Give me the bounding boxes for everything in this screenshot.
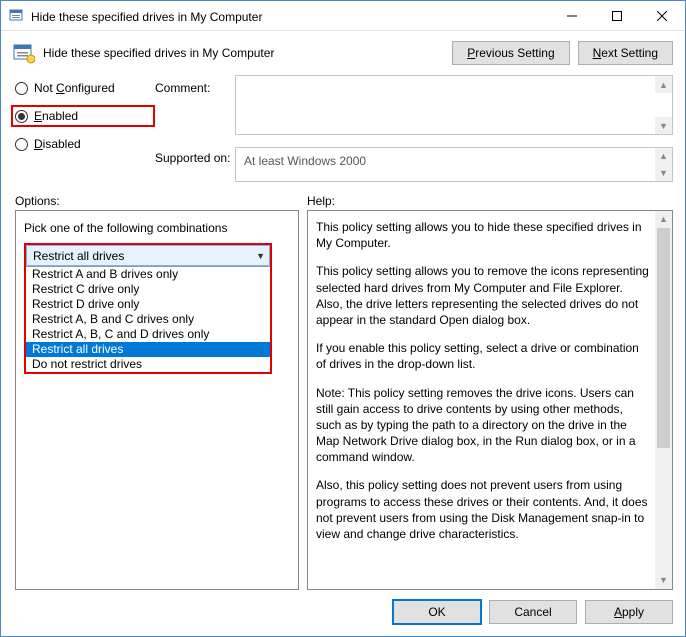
supported-label: Supported on:: [155, 151, 235, 165]
list-item[interactable]: Restrict A, B, C and D drives only: [26, 327, 270, 342]
close-button[interactable]: [639, 1, 685, 30]
scrollbar[interactable]: ▲ ▼: [655, 148, 672, 181]
highlight-enabled: Enabled: [11, 105, 155, 127]
drives-combobox[interactable]: Restrict all drives ▼: [26, 245, 270, 266]
comment-label: Comment:: [155, 81, 235, 95]
apply-button[interactable]: Apply: [585, 600, 673, 624]
titlebar: Hide these specified drives in My Comput…: [1, 1, 685, 31]
next-setting-button[interactable]: Next Setting: [578, 41, 673, 65]
maximize-button[interactable]: [594, 1, 639, 30]
help-text: This policy setting allows you to hide t…: [316, 219, 650, 542]
scrollbar-thumb[interactable]: [657, 228, 670, 448]
scrollbar[interactable]: ▲ ▼: [655, 76, 672, 134]
radio-icon: [15, 110, 28, 123]
ok-button[interactable]: OK: [393, 600, 481, 624]
list-item[interactable]: Restrict D drive only: [26, 297, 270, 312]
radio-not-configured[interactable]: Not Configured: [15, 81, 155, 95]
state-radio-group: Not Configured Enabled Disabled: [15, 75, 155, 182]
drives-listbox[interactable]: Restrict A and B drives only Restrict C …: [26, 266, 270, 372]
scroll-down-icon: ▼: [655, 165, 672, 182]
chevron-down-icon: ▼: [256, 251, 265, 261]
options-panel: Pick one of the following combinations R…: [15, 210, 299, 590]
scroll-down-icon: ▼: [655, 572, 672, 589]
help-label: Help:: [307, 194, 335, 208]
header-title: Hide these specified drives in My Comput…: [43, 46, 452, 60]
minimize-button[interactable]: [549, 1, 594, 30]
scroll-up-icon: ▲: [655, 211, 672, 228]
header-row: Hide these specified drives in My Comput…: [1, 31, 685, 71]
radio-enabled[interactable]: Enabled: [15, 109, 78, 123]
radio-icon: [15, 138, 28, 151]
supported-on-box: At least Windows 2000 ▲ ▼: [235, 147, 673, 182]
maximize-icon: [612, 11, 622, 21]
window-title: Hide these specified drives in My Comput…: [31, 8, 549, 24]
policy-large-icon: [13, 42, 35, 64]
scrollbar[interactable]: ▲ ▼: [655, 211, 672, 589]
options-label: Options:: [15, 194, 307, 208]
previous-setting-button[interactable]: Previous Setting: [452, 41, 569, 65]
list-item-selected[interactable]: Restrict all drives: [26, 342, 270, 357]
highlight-dropdown: Restrict all drives ▼ Restrict A and B d…: [24, 243, 272, 374]
list-item[interactable]: Restrict A, B and C drives only: [26, 312, 270, 327]
radio-disabled[interactable]: Disabled: [15, 137, 155, 151]
combobox-value: Restrict all drives: [33, 249, 124, 263]
help-panel: This policy setting allows you to hide t…: [307, 210, 673, 590]
dialog-window: Hide these specified drives in My Comput…: [0, 0, 686, 637]
minimize-icon: [567, 11, 577, 21]
scroll-up-icon: ▲: [655, 76, 672, 93]
dialog-footer: OK Cancel Apply: [1, 590, 685, 636]
list-item[interactable]: Restrict C drive only: [26, 282, 270, 297]
list-item[interactable]: Restrict A and B drives only: [26, 267, 270, 282]
scroll-up-icon: ▲: [655, 148, 672, 165]
supported-on-text: At least Windows 2000: [244, 154, 366, 168]
policy-icon: [9, 8, 25, 24]
field-labels: Comment: Supported on:: [155, 75, 235, 182]
comment-textarea[interactable]: ▲ ▼: [235, 75, 673, 135]
scroll-down-icon: ▼: [655, 117, 672, 134]
close-icon: [657, 11, 667, 21]
options-caption: Pick one of the following combinations: [24, 221, 290, 235]
cancel-button[interactable]: Cancel: [489, 600, 577, 624]
list-item[interactable]: Do not restrict drives: [26, 357, 270, 372]
radio-icon: [15, 82, 28, 95]
